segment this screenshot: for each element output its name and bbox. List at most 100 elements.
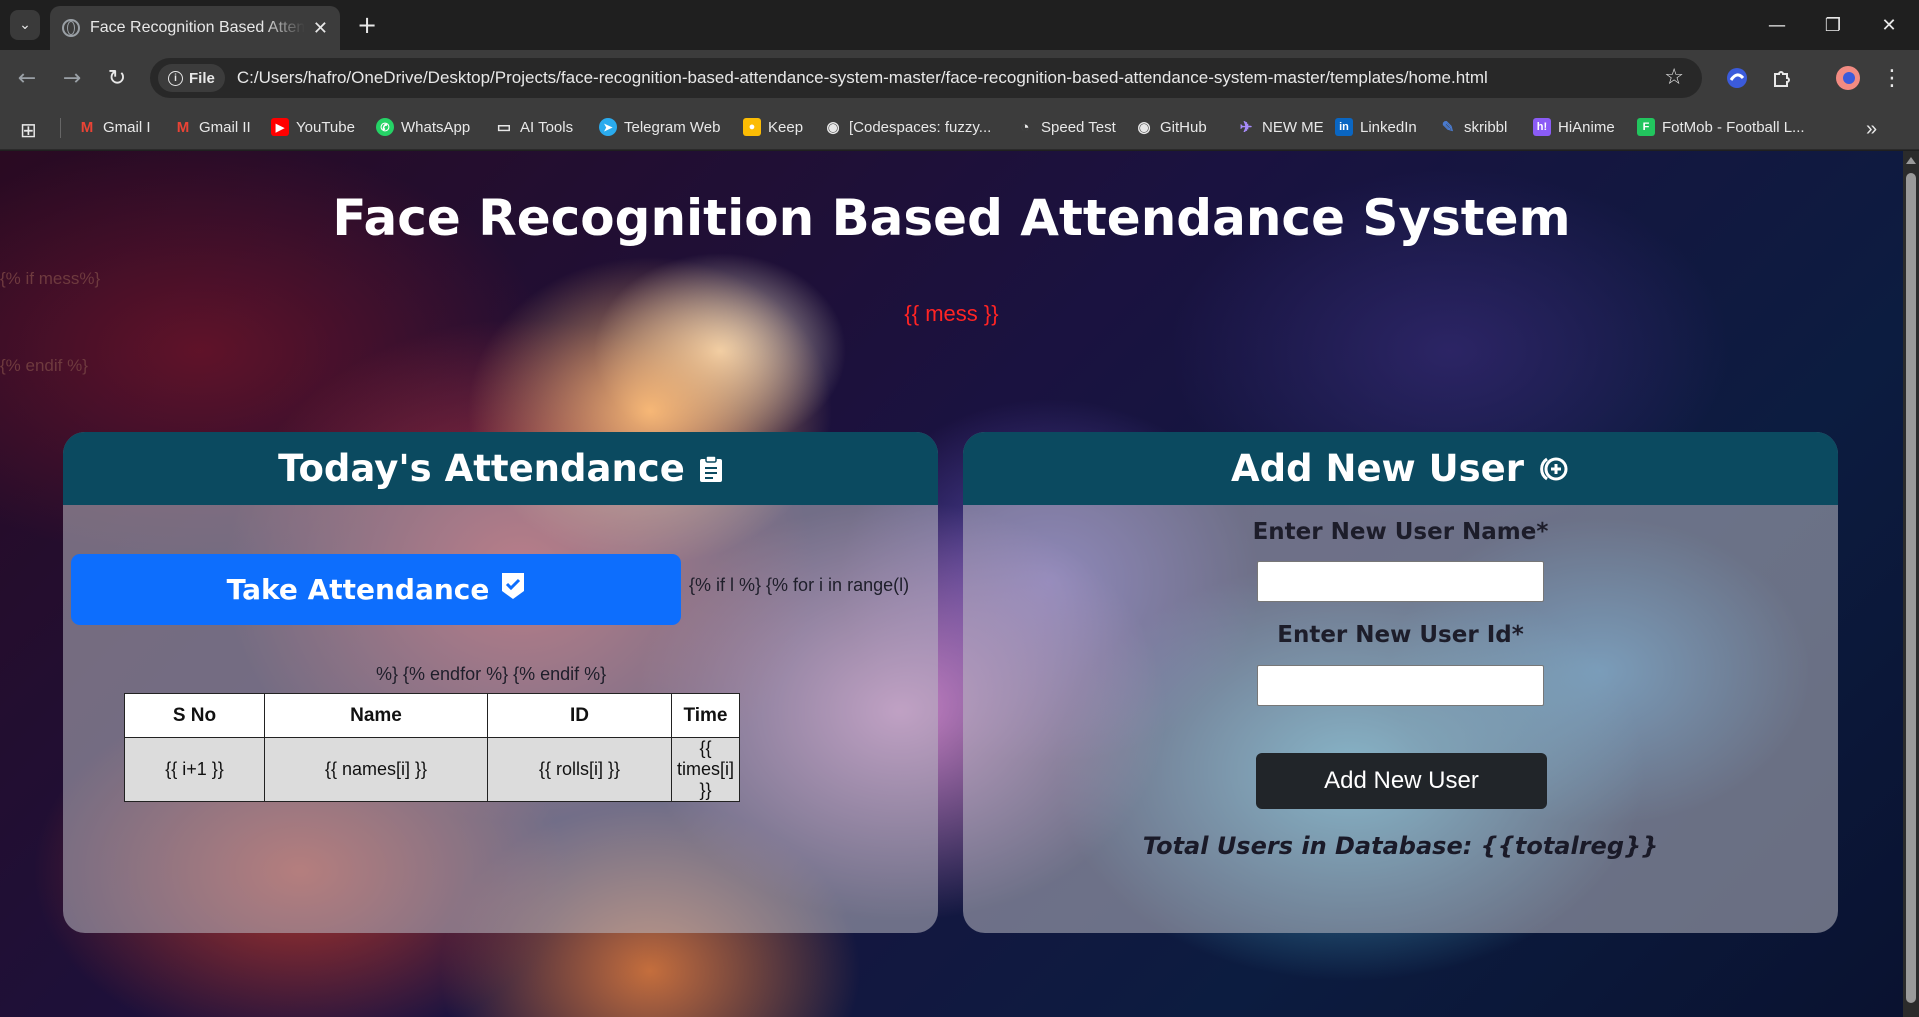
table-cell: {{ rolls[i] }} (487, 737, 672, 802)
extension-logo-icon (1727, 68, 1747, 88)
extension-button[interactable] (1722, 63, 1752, 93)
bookmark-item[interactable]: ▭ AI Tools (495, 118, 574, 137)
take-attendance-button[interactable]: Take Attendance (71, 554, 681, 625)
scroll-up-arrow-icon[interactable] (1906, 157, 1916, 164)
new-tab-button[interactable]: + (352, 10, 382, 40)
reload-icon: ↻ (107, 65, 127, 91)
column-header: Time (671, 693, 740, 738)
profile-button[interactable] (1833, 63, 1863, 93)
bookmark-label: AI Tools (520, 118, 574, 136)
bookmark-item[interactable]: M Gmail II (174, 118, 251, 136)
youtube-icon: ▶ (271, 118, 289, 136)
browser-menu-button[interactable]: ⋮ (1877, 63, 1907, 93)
close-icon[interactable]: ✕ (313, 18, 328, 39)
reload-button[interactable]: ↻ (102, 63, 132, 93)
speedtest-icon: ◔ (1020, 118, 1030, 136)
browser-tab-bar: ⌄ Face Recognition Based Attendance Syst… (0, 0, 1919, 50)
restore-button[interactable]: ❐ (1811, 8, 1855, 42)
user-name-label: Enter New User Name* (1252, 519, 1549, 545)
bookmark-item[interactable]: ◔ Speed Test (1016, 118, 1115, 136)
column-header: S No (124, 693, 265, 738)
folder-icon: ▭ (496, 119, 512, 136)
bookmark-label: NEW ME (1262, 118, 1324, 136)
plane-icon: ✈ (1239, 119, 1253, 136)
template-loop-start: {% if l %} {% for i in range(l) (689, 575, 910, 595)
arrow-left-icon: ← (17, 65, 37, 91)
close-icon: ✕ (1881, 14, 1897, 36)
column-header: ID (487, 693, 672, 738)
extensions-menu-button[interactable] (1767, 63, 1797, 93)
table-cell: {{ times[i] }} (671, 737, 740, 802)
bookmark-item[interactable]: ● Keep (743, 118, 803, 136)
apps-button[interactable]: ⊞ (20, 118, 37, 143)
take-attendance-label: Take Attendance (226, 573, 490, 606)
add-user-card: Add New User Enter New User Name* Enter … (963, 432, 1838, 933)
bookmark-label: Gmail II (199, 118, 251, 136)
fotmob-icon: F (1637, 118, 1655, 136)
template-loop-end: %} {% endfor %} {% endif %} (376, 664, 607, 684)
table-cell: {{ names[i] }} (264, 737, 488, 802)
bookmark-item[interactable]: ◉ [Codespaces: fuzzy... (824, 118, 992, 137)
bookmark-item[interactable]: ➤ Telegram Web (599, 118, 720, 136)
close-window-button[interactable]: ✕ (1867, 8, 1911, 42)
apps-grid-icon: ⊞ (20, 120, 37, 142)
more-bookmarks-button[interactable]: » (1866, 118, 1877, 141)
bookmark-label: Gmail I (103, 118, 151, 136)
template-endif: {% endif %} (0, 356, 88, 375)
globe-icon (62, 19, 80, 37)
arrow-right-icon: → (62, 65, 82, 91)
minimize-button[interactable]: — (1755, 8, 1799, 42)
pencil-icon: ✎ (1441, 119, 1455, 136)
page-scrollbar[interactable] (1903, 151, 1919, 1017)
bookmark-item[interactable]: ▶ YouTube (271, 118, 355, 136)
table-cell: {{ i+1 }} (124, 737, 265, 802)
bookmark-item[interactable]: M Gmail I (78, 118, 151, 136)
telegram-icon: ➤ (599, 118, 617, 136)
bookmark-item[interactable]: h! HiAnime (1533, 118, 1615, 136)
avatar (1836, 66, 1860, 90)
clipboard-icon (699, 454, 723, 483)
bookmark-item[interactable]: ◉ GitHub (1135, 118, 1206, 137)
bookmark-item[interactable]: ✆ WhatsApp (376, 118, 470, 136)
keep-icon: ● (743, 118, 761, 136)
user-name-input[interactable] (1257, 561, 1544, 602)
minimize-icon: — (1768, 14, 1786, 36)
plus-icon: + (356, 11, 378, 39)
bookmark-item[interactable]: in LinkedIn (1335, 118, 1417, 136)
more-vertical-icon: ⋮ (1881, 65, 1903, 91)
bookmark-item[interactable]: F FotMob - Football L... (1637, 118, 1805, 136)
bookmark-item[interactable]: ✎ skribbl (1439, 118, 1508, 137)
bookmark-item[interactable]: ✈ NEW ME (1237, 118, 1324, 137)
file-label: File (189, 69, 215, 87)
restore-icon: ❐ (1824, 14, 1842, 36)
page-title: Face Recognition Based Attendance System (332, 189, 1571, 247)
github-icon: ◉ (1137, 119, 1151, 136)
bookmark-label: YouTube (296, 118, 355, 136)
bookmark-label: HiAnime (1558, 118, 1615, 136)
tab-search-button[interactable]: ⌄ (10, 10, 40, 40)
add-user-card-header: Add New User (963, 432, 1838, 505)
hianime-icon: h! (1533, 118, 1551, 136)
info-icon: i (168, 70, 183, 86)
attendance-heading: Today's Attendance (278, 447, 685, 490)
linkedin-icon: in (1335, 118, 1353, 136)
bookmark-star-icon[interactable]: ☆ (1664, 65, 1684, 90)
attendance-card: Today's Attendance Take Attendance {% if… (63, 432, 938, 933)
check-shield-icon (501, 572, 525, 607)
site-info-chip[interactable]: i File (158, 64, 225, 92)
bookmarks-divider (60, 118, 61, 138)
bookmark-label: [Codespaces: fuzzy... (849, 118, 992, 136)
url-text[interactable]: C:/Users/hafro/OneDrive/Desktop/Projects… (237, 68, 1488, 88)
bookmark-label: LinkedIn (1360, 118, 1417, 136)
table-header-row: S No Name ID Time (124, 693, 740, 738)
back-button[interactable]: ← (12, 63, 42, 93)
template-if-mess: {% if mess%} (0, 269, 101, 288)
address-bar[interactable]: i File C:/Users/hafro/OneDrive/Desktop/P… (150, 58, 1702, 98)
active-tab[interactable]: Face Recognition Based Attendance System… (50, 6, 340, 50)
bookmark-label: Keep (768, 118, 804, 136)
scroll-thumb[interactable] (1906, 173, 1916, 1003)
add-new-user-button[interactable]: Add New User (1256, 753, 1547, 809)
user-id-input[interactable] (1257, 665, 1544, 706)
browser-toolbar: ← → ↻ i File C:/Users/hafro/OneDrive/Des… (0, 50, 1919, 106)
forward-button[interactable]: → (57, 63, 87, 93)
